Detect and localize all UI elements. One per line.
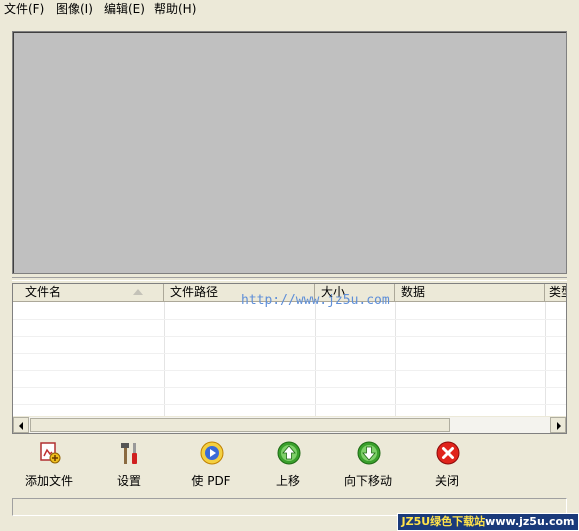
brand-url: www.jz5u.com — [485, 515, 575, 528]
convert-pdf-button[interactable]: 使 PDF — [176, 438, 246, 488]
scroll-left-button[interactable] — [13, 417, 29, 433]
settings-button[interactable]: 设置 — [94, 438, 164, 488]
menu-bar: 文件(F) 图像(I) 编辑(E) 帮助(H) — [0, 0, 579, 18]
tools-icon — [121, 443, 137, 464]
file-list-grid[interactable]: 文件名 文件路径 大小 数据 类型 http://www.jz5u.com — [12, 283, 567, 434]
add-file-label: 添加文件 — [24, 474, 73, 488]
grid-body[interactable] — [13, 302, 566, 416]
chevron-left-icon — [19, 422, 23, 430]
add-image-icon — [40, 442, 61, 464]
row-divider — [13, 353, 566, 354]
column-label-filename: 文件名 — [25, 285, 62, 299]
sort-asc-icon — [133, 289, 143, 295]
divider — [12, 277, 567, 281]
row-divider — [13, 336, 566, 337]
settings-label: 设置 — [116, 474, 141, 488]
row-divider — [13, 370, 566, 371]
brand-name: JZ5U绿色下载站 — [401, 515, 486, 528]
column-label-type: 类型 — [549, 285, 566, 299]
move-down-button[interactable]: 向下移动 — [333, 438, 403, 488]
watermark-url: http://www.jz5u.com — [241, 293, 390, 308]
close-button[interactable]: 关闭 — [412, 438, 482, 488]
column-header-type[interactable]: 类型 — [545, 284, 566, 301]
menu-file[interactable]: 文件(F) — [4, 2, 44, 16]
arrow-up-icon — [277, 441, 301, 465]
convert-pdf-label: 使 PDF — [191, 474, 231, 488]
scroll-thumb[interactable] — [30, 418, 450, 432]
column-header-data[interactable]: 数据 — [395, 284, 545, 301]
row-divider — [13, 404, 566, 405]
site-brand-badge: JZ5U绿色下载站www.jz5u.com — [397, 513, 579, 531]
column-label-data: 数据 — [401, 285, 426, 299]
row-divider — [13, 387, 566, 388]
column-header-filename[interactable]: 文件名 — [13, 284, 164, 301]
column-label-filepath: 文件路径 — [170, 285, 219, 299]
pdf-convert-icon — [200, 441, 224, 465]
chevron-right-icon — [557, 422, 561, 430]
close-icon — [436, 441, 460, 465]
image-preview-panel — [12, 31, 567, 274]
horizontal-scrollbar[interactable] — [13, 416, 566, 433]
add-file-button[interactable]: 添加文件 — [14, 438, 84, 488]
arrow-down-icon — [357, 441, 381, 465]
menu-help[interactable]: 帮助(H) — [154, 2, 196, 16]
close-label: 关闭 — [434, 474, 459, 488]
row-divider — [13, 319, 566, 320]
menu-edit[interactable]: 编辑(E) — [104, 2, 145, 16]
scroll-right-button[interactable] — [550, 417, 566, 433]
move-down-label: 向下移动 — [343, 474, 392, 488]
menu-image[interactable]: 图像(I) — [56, 2, 93, 16]
move-up-button[interactable]: 上移 — [253, 438, 323, 488]
move-up-label: 上移 — [275, 474, 300, 488]
